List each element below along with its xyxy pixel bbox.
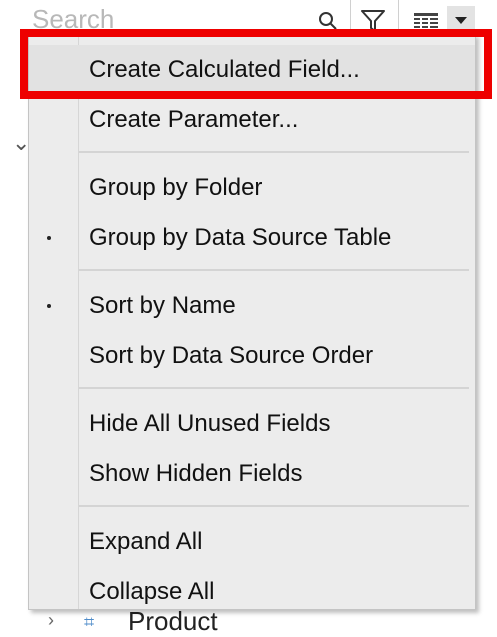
menu-separator — [79, 505, 469, 507]
menu-item-label: Sort by Name — [89, 292, 236, 319]
menu-separator — [79, 151, 469, 153]
menu-item-show-hidden-fields[interactable]: Show Hidden Fields — [29, 449, 475, 499]
menu-item-sort-by-data-source-order[interactable]: Sort by Data Source Order — [29, 331, 475, 381]
search-input[interactable]: Search — [32, 4, 114, 35]
menu-separator — [79, 387, 469, 389]
menu-item-label: Group by Folder — [89, 174, 263, 201]
filter-icon[interactable] — [360, 8, 386, 34]
menu-item-collapse-all[interactable]: Collapse All — [29, 567, 475, 617]
menu-item-label: Hide All Unused Fields — [89, 410, 331, 437]
menu-item-group-by-data-source-table[interactable]: Group by Data Source Table — [29, 213, 475, 263]
menu-item-label: Show Hidden Fields — [89, 460, 303, 487]
data-pane-toolbar: Search — [0, 0, 497, 38]
checked-bullet-icon — [47, 304, 51, 308]
data-pane-menu-button[interactable] — [447, 6, 475, 34]
menu-item-group-by-folder[interactable]: Group by Folder — [29, 163, 475, 213]
menu-item-expand-all[interactable]: Expand All — [29, 517, 475, 567]
menu-item-create-parameter[interactable]: Create Parameter... — [29, 95, 475, 145]
menu-item-label: Collapse All — [89, 578, 215, 605]
menu-item-create-calculated-field[interactable]: Create Calculated Field... — [29, 45, 475, 95]
toolbar-divider — [398, 0, 399, 38]
search-icon[interactable] — [318, 11, 338, 31]
grid-list-icon[interactable] — [414, 13, 438, 29]
menu-item-label: Sort by Data Source Order — [89, 342, 374, 369]
menu-item-label: Group by Data Source Table — [89, 224, 392, 251]
menu-item-label: Create Parameter... — [89, 106, 299, 133]
toolbar-divider — [350, 0, 351, 38]
context-menu: Create Calculated Field... Create Parame… — [28, 34, 476, 610]
checked-bullet-icon — [47, 236, 51, 240]
menu-item-sort-by-name[interactable]: Sort by Name — [29, 281, 475, 331]
menu-separator — [79, 269, 469, 271]
menu-item-label: Expand All — [89, 528, 203, 555]
menu-item-label: Create Calculated Field... — [89, 56, 360, 83]
menu-item-hide-all-unused-fields[interactable]: Hide All Unused Fields — [29, 399, 475, 449]
chevron-down-icon — [455, 17, 467, 24]
